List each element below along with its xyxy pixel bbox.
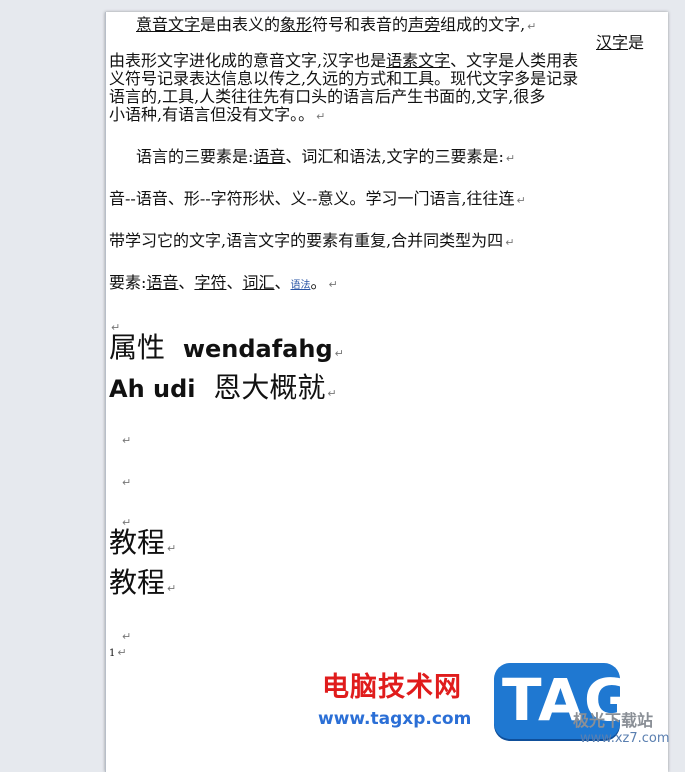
- link-grammar: 语法: [290, 280, 311, 291]
- paragraph-mark: ↵: [122, 476, 132, 489]
- text: 小语种,有语言但没有文字。。: [109, 105, 315, 124]
- paragraph-1-line-4: 语言的,工具,人类往往先有口头的语言后产生书面的,文字,很多: [109, 88, 545, 106]
- empty-paragraph: ↵: [120, 430, 131, 450]
- text: 符号和表音的: [312, 15, 409, 34]
- big-line-2: Ah udi 恩大概就 ↵: [109, 372, 337, 410]
- text: 、: [226, 273, 243, 292]
- watermark: 电脑技术网 www.tagxp.com TAG 极光下载站 www.xz7.co…: [318, 657, 685, 758]
- paragraph-2-line-2: 音--语音、形--字符形状、义--意义。学习一门语言,往往连 ↵: [109, 190, 526, 210]
- paragraph-1-line-1: 意音文字是由表义的象形符号和表音的声旁组成的文字, ↵: [136, 16, 536, 36]
- text: 、: [274, 273, 291, 292]
- text: 、词汇和语法,文字的三要素是:: [285, 147, 504, 166]
- text: 要素:: [109, 273, 147, 292]
- link-character: 字符: [194, 273, 227, 292]
- text: 义符号记录表达信息以传之,久远的方式和工具。现代文字多是记录: [109, 69, 579, 88]
- text: Ah udi: [109, 375, 196, 403]
- text: 。: [310, 273, 327, 292]
- text: wendafahg: [182, 335, 333, 363]
- link-ideographic: 意音文字: [136, 15, 201, 34]
- paragraph-1-line-1b: 汉字是: [596, 34, 644, 52]
- paragraph-mark: ↵: [334, 347, 344, 360]
- link-morpheme: 语素文字: [386, 51, 451, 70]
- paragraph-1-line-5: 小语种,有语言但没有文字。。 ↵: [109, 106, 325, 126]
- paragraph-mark: ↵: [117, 646, 127, 659]
- page-number-line: 1 ↵: [109, 642, 127, 663]
- text: 教程: [109, 566, 166, 599]
- text: 、文字是人类用表: [450, 51, 579, 70]
- link-pictograph: 象形: [280, 15, 313, 34]
- text: 带学习它的文字,语言文字的要素有重复,合并同类型为四: [109, 231, 504, 250]
- text: 组成的文字,: [440, 15, 526, 34]
- tutorial-line-2: 教程 ↵: [109, 567, 176, 605]
- watermark-site-name: 极光下载站: [573, 711, 654, 730]
- paragraph-1-line-3: 义符号记录表达信息以传之,久远的方式和工具。现代文字多是记录: [109, 70, 578, 88]
- text: 由表形文字进化成的意音文字,汉字也是: [109, 51, 387, 70]
- text: 是由表义的: [200, 15, 281, 34]
- empty-paragraph: ↵: [120, 472, 131, 492]
- link-hanzi: 汉字: [596, 33, 629, 52]
- text: 语言的三要素是:: [136, 147, 254, 166]
- text: 教程: [109, 526, 166, 559]
- text: 、: [178, 273, 195, 292]
- paragraph-mark: ↵: [527, 20, 537, 33]
- paragraph-mark: ↵: [316, 110, 326, 123]
- link-phonetics: 语音: [146, 273, 179, 292]
- paragraph-mark: ↵: [328, 278, 338, 291]
- text: 恩大概就: [213, 371, 326, 404]
- big-line-1: 属性 wendafahg ↵: [109, 332, 344, 370]
- text: 音--语音、形--字符形状、义--意义。学习一门语言,往往连: [109, 189, 515, 208]
- watermark-url: www.tagxp.com: [318, 709, 472, 729]
- paragraph-2-line-1: 语言的三要素是:语音、词汇和语法,文字的三要素是: ↵: [136, 148, 515, 168]
- tutorial-line-1: 教程 ↵: [109, 527, 176, 565]
- paragraph-2-line-4: 要素:语音、字符、词汇、语法。 ↵: [109, 274, 338, 295]
- paragraph-mark: ↵: [122, 434, 132, 447]
- paragraph-2-line-3: 带学习它的文字,语言文字的要素有重复,合并同类型为四 ↵: [109, 232, 514, 252]
- paragraph-mark: ↵: [327, 387, 337, 400]
- text: 是: [628, 33, 645, 52]
- text: 语言的,工具,人类往往先有口头的语言后产生书面的,文字,很多: [109, 87, 546, 106]
- link-phonetic: 声旁: [408, 15, 441, 34]
- paragraph-mark: ↵: [167, 582, 177, 595]
- paragraph-mark: ↵: [505, 236, 515, 249]
- watermark-cn-name: 电脑技术网: [322, 672, 462, 703]
- watermark-site-url: www.xz7.com: [580, 731, 670, 746]
- page-number: 1: [109, 648, 116, 659]
- link-vocabulary: 词汇: [242, 273, 275, 292]
- text: 属性: [109, 331, 166, 364]
- paragraph-mark: ↵: [167, 542, 177, 555]
- paragraph-mark: ↵: [516, 194, 526, 207]
- paragraph-1-line-2: 由表形文字进化成的意音文字,汉字也是语素文字、文字是人类用表: [109, 52, 578, 70]
- link-phonetics: 语音: [253, 147, 286, 166]
- paragraph-mark: ↵: [505, 152, 516, 165]
